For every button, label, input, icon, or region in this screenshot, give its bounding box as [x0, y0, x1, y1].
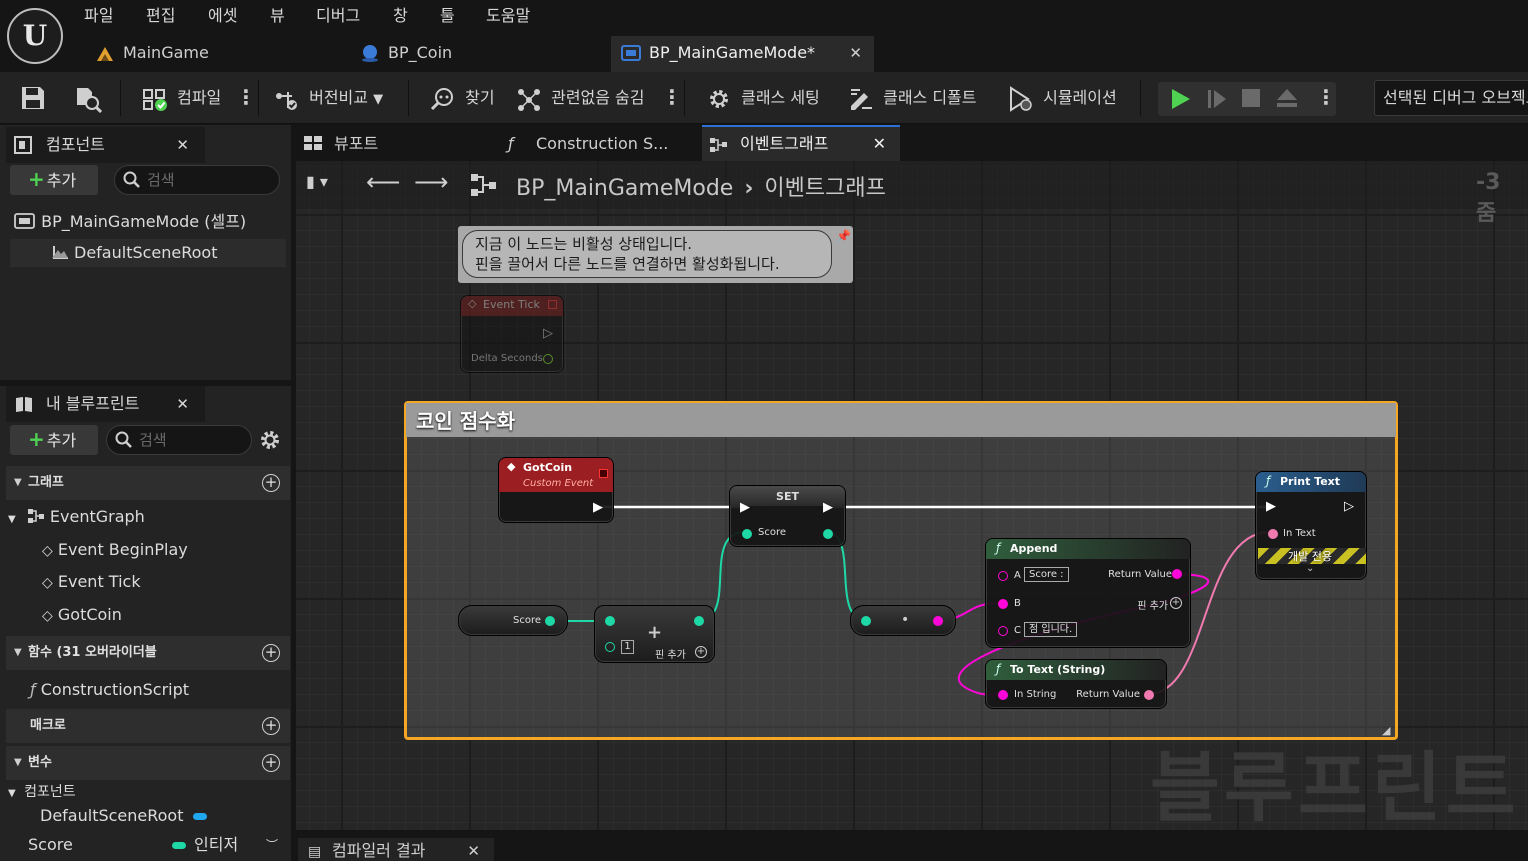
exec-in-pin[interactable]: ▶	[740, 500, 750, 515]
append-b-label: B	[1014, 598, 1021, 609]
append-a-label: A	[1014, 570, 1021, 581]
close-tab-icon[interactable]: ✕	[467, 838, 480, 861]
gotcoin-event-node[interactable]: GotCoin Custom Event ◆ ▶	[498, 457, 614, 523]
add-pin-label[interactable]: 핀 추가	[655, 646, 686, 661]
exec-in-pin[interactable]: ▶	[1266, 499, 1276, 514]
append-return-label: Return Value	[1108, 569, 1172, 580]
score-getter-node[interactable]: Score	[458, 605, 568, 636]
delegate-pin-icon[interactable]	[599, 469, 608, 478]
add-out-pin[interactable]	[694, 616, 704, 626]
add-a-pin[interactable]	[605, 616, 615, 626]
append-node[interactable]: ƒ Append A Score : Return Value B 핀 추가 +…	[985, 538, 1191, 648]
compiler-results-icon: ▤	[308, 844, 322, 860]
exec-out-pin[interactable]: ▶	[593, 500, 603, 515]
print-text-node[interactable]: ƒ Print Text ▶ ▷ In Text 개발 전용 ⌄	[1255, 471, 1367, 580]
append-b-pin[interactable]	[998, 599, 1008, 609]
int-to-string-node[interactable]: •	[850, 605, 956, 636]
function-icon: ƒ	[1266, 474, 1271, 488]
score-getter-label: Score	[513, 615, 542, 626]
conv-out-pin[interactable]	[933, 616, 943, 626]
score-out-pin[interactable]	[545, 616, 555, 626]
resize-handle-icon[interactable]: ◢	[1382, 724, 1390, 737]
add-b-value[interactable]: 1	[621, 640, 634, 654]
exec-out-pin[interactable]: ▷	[1344, 499, 1354, 514]
to-text-title: To Text (String)	[1010, 663, 1106, 676]
append-a-pin[interactable]	[998, 571, 1008, 581]
print-in-text-pin[interactable]	[1268, 529, 1278, 539]
to-text-in-pin[interactable]	[998, 690, 1008, 700]
conversion-dot-icon: •	[901, 612, 910, 628]
print-in-text-label: In Text	[1283, 528, 1316, 539]
add-int-node[interactable]: 1 + 핀 추가 +	[594, 605, 715, 663]
append-out-pin[interactable]	[1172, 569, 1182, 579]
to-text-return-label: Return Value	[1076, 689, 1140, 700]
append-c-label: C	[1014, 625, 1021, 636]
gotcoin-subtitle: Custom Event	[523, 478, 594, 489]
add-pin-icon[interactable]: +	[695, 646, 707, 658]
add-pin-icon[interactable]: +	[1170, 597, 1182, 609]
compiler-results-tab[interactable]: ▤ 컴파일러 결과 ✕	[298, 838, 494, 861]
function-icon: ƒ	[996, 541, 1001, 555]
expand-chevron-icon[interactable]: ⌄	[1306, 563, 1314, 574]
append-add-pin-label[interactable]: 핀 추가	[1137, 597, 1168, 612]
to-text-out-pin[interactable]	[1144, 690, 1154, 700]
append-title: Append	[1010, 542, 1058, 555]
to-text-node[interactable]: ƒ To Text (String) In String Return Valu…	[985, 659, 1167, 709]
append-c-value[interactable]: 점 입니다.	[1024, 622, 1078, 637]
set-pin-label: Score	[758, 527, 787, 538]
set-score-node[interactable]: SET ▶ ▶ Score	[729, 485, 846, 547]
print-text-title: Print Text	[1280, 475, 1341, 488]
compiler-results-label: 컴파일러 결과	[332, 841, 426, 860]
development-only-label: 개발 전용	[1288, 550, 1332, 563]
conv-in-pin[interactable]	[861, 616, 871, 626]
append-a-value[interactable]: Score :	[1024, 567, 1069, 582]
event-icon: ◆	[507, 460, 516, 473]
exec-out-pin[interactable]: ▶	[823, 500, 833, 515]
add-b-pin[interactable]	[605, 642, 615, 652]
score-in-pin[interactable]	[742, 529, 752, 539]
function-icon: ƒ	[996, 662, 1001, 676]
wires-layer	[548, 505, 1271, 696]
add-symbol: +	[647, 622, 663, 643]
score-out-pin[interactable]	[823, 529, 833, 539]
to-text-in-label: In String	[1014, 689, 1057, 700]
append-c-pin[interactable]	[998, 626, 1008, 636]
